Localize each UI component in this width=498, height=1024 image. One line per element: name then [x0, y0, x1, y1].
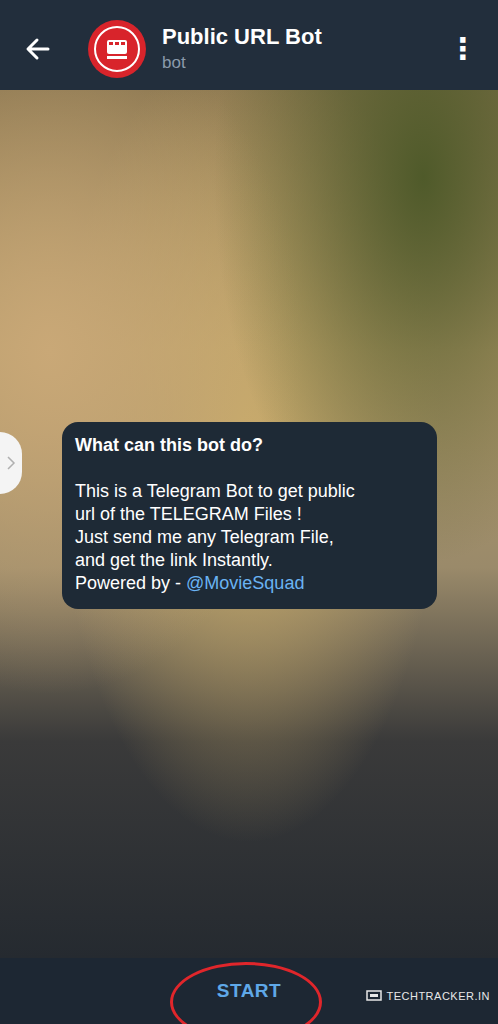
description-line: This is a Telegram Bot to get public	[75, 480, 425, 503]
bot-avatar-icon[interactable]	[88, 20, 146, 78]
monitor-icon	[366, 990, 382, 1002]
chat-title[interactable]: Public URL Botbot	[162, 23, 442, 75]
more-menu-icon[interactable]: ⋮	[442, 32, 484, 66]
start-button[interactable]: START	[193, 972, 305, 1010]
description-line: and get the link Instantly.	[75, 549, 425, 572]
credit-prefix: Powered by -	[75, 573, 186, 593]
watermark-text: TECHTRACKER.IN	[386, 990, 490, 1002]
description-line: Just send me any Telegram File,	[75, 526, 425, 549]
credit-link[interactable]: @MovieSquad	[186, 573, 304, 593]
card-heading: What can this bot do?	[75, 434, 425, 457]
watermark: TECHTRACKER.IN	[366, 990, 490, 1002]
description-line: url of the TELEGRAM Files !	[75, 503, 425, 526]
chat-background: What can this bot do? This is a Telegram …	[0, 90, 498, 958]
bot-label: bot	[162, 51, 442, 75]
back-arrow-icon[interactable]	[22, 33, 54, 65]
chevron-right-icon	[6, 455, 16, 471]
bot-name: Public URL Bot	[162, 23, 442, 51]
credit-line: Powered by - @MovieSquad	[75, 572, 425, 595]
bottom-bar: START TECHTRACKER.IN	[0, 958, 498, 1024]
bot-info-card: What can this bot do? This is a Telegram …	[62, 422, 437, 609]
side-panel-tab[interactable]	[0, 432, 22, 494]
highlight-circle	[170, 962, 322, 1024]
top-bar: Public URL Botbot⋮	[0, 0, 498, 90]
